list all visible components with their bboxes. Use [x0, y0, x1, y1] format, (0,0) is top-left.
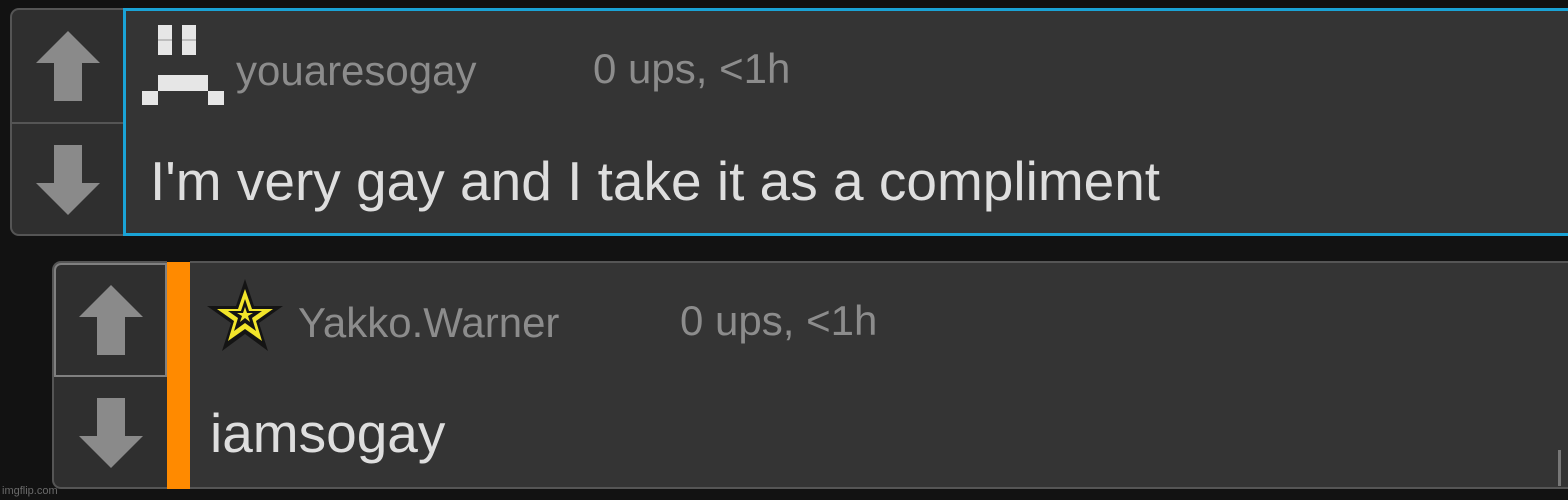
comment-1-vote-panel: [10, 8, 123, 236]
comment-2-text: iamsogay: [210, 402, 446, 464]
sad-face-pixel-icon: [142, 25, 224, 105]
comment-1-downvote-button[interactable]: [12, 124, 123, 236]
comment-1-upvote-button[interactable]: [12, 10, 123, 124]
comment-2-meta: 0 ups, <1h: [680, 297, 878, 344]
comment-2-downvote-button[interactable]: [54, 377, 167, 489]
comment-1: youaresogay 0 ups, <1h I'm very gay and …: [123, 8, 1568, 236]
comment-2-upvote-button[interactable]: [54, 263, 167, 377]
arrow-up-icon: [78, 285, 143, 355]
star-icon: [207, 279, 283, 351]
arrow-down-icon: [78, 398, 143, 468]
comments-thread: youaresogay 0 ups, <1h I'm very gay and …: [0, 0, 1568, 500]
comment-2-vote-panel: [52, 261, 167, 489]
comment-1-text: I'm very gay and I take it as a complime…: [150, 150, 1161, 212]
comment-1-meta: 0 ups, <1h: [593, 45, 791, 92]
comment-2: Yakko.Warner 0 ups, <1h iamsogay: [190, 261, 1568, 489]
comment-2-username[interactable]: Yakko.Warner: [298, 299, 559, 347]
arrow-down-icon: [35, 145, 100, 215]
comment-1-username[interactable]: youaresogay: [236, 47, 477, 95]
arrow-up-icon: [35, 31, 100, 101]
scrollbar[interactable]: [1558, 450, 1561, 486]
watermark: imgflip.com: [2, 485, 58, 497]
reply-indicator-bar: [167, 262, 190, 489]
